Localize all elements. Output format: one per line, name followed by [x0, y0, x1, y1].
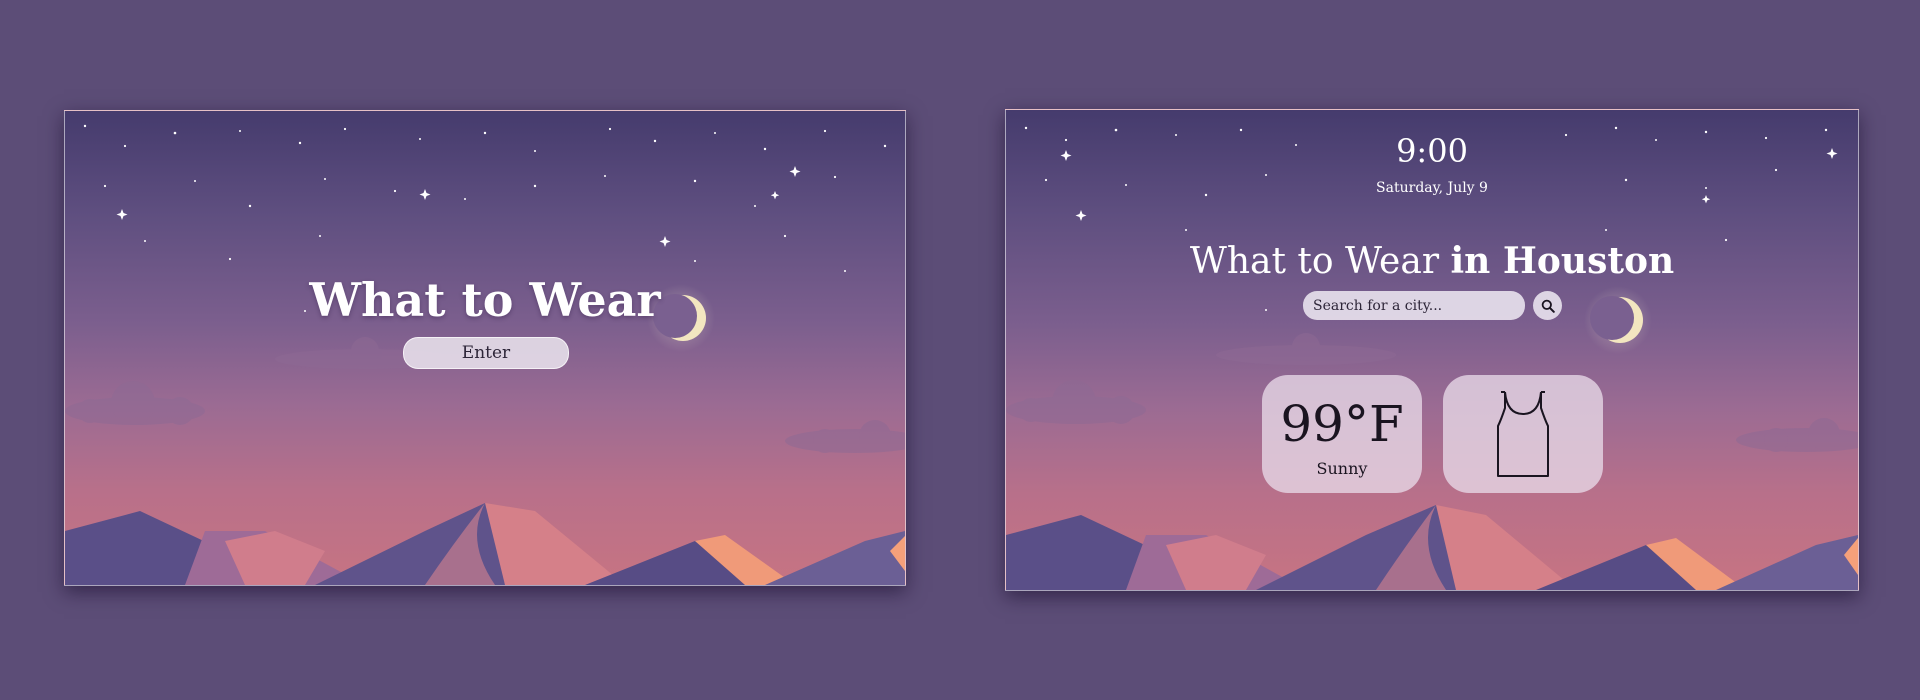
title-prefix: What to Wear	[1189, 241, 1440, 282]
outfit-card	[1443, 375, 1603, 493]
weather-card: 99°F Sunny	[1262, 375, 1422, 493]
search-icon	[1541, 299, 1555, 313]
clock-time: 9:00	[1396, 132, 1468, 170]
moon-icon	[1584, 286, 1652, 354]
temperature: 99°F	[1280, 395, 1404, 453]
search-button[interactable]	[1533, 291, 1562, 320]
title-city: in Houston	[1450, 240, 1675, 282]
enter-button[interactable]: Enter	[403, 337, 569, 369]
current-date: Saturday, July 9	[1376, 180, 1488, 196]
landing-screen: What to Wear Enter	[64, 110, 906, 586]
dashboard-screen: 9:00 Saturday, July 9 What to Wear in Ho…	[1005, 109, 1859, 591]
page-title: What to Wear in Houston	[1006, 240, 1858, 282]
city-search-input[interactable]	[1303, 291, 1525, 320]
weather-condition: Sunny	[1316, 459, 1368, 478]
desert-dunes	[1006, 505, 1858, 590]
sparkle-stars	[116, 166, 801, 247]
tank-top-icon	[1497, 391, 1549, 477]
clouds	[1006, 333, 1858, 452]
app-title: What to Wear	[309, 273, 661, 327]
desert-dunes	[65, 503, 905, 585]
